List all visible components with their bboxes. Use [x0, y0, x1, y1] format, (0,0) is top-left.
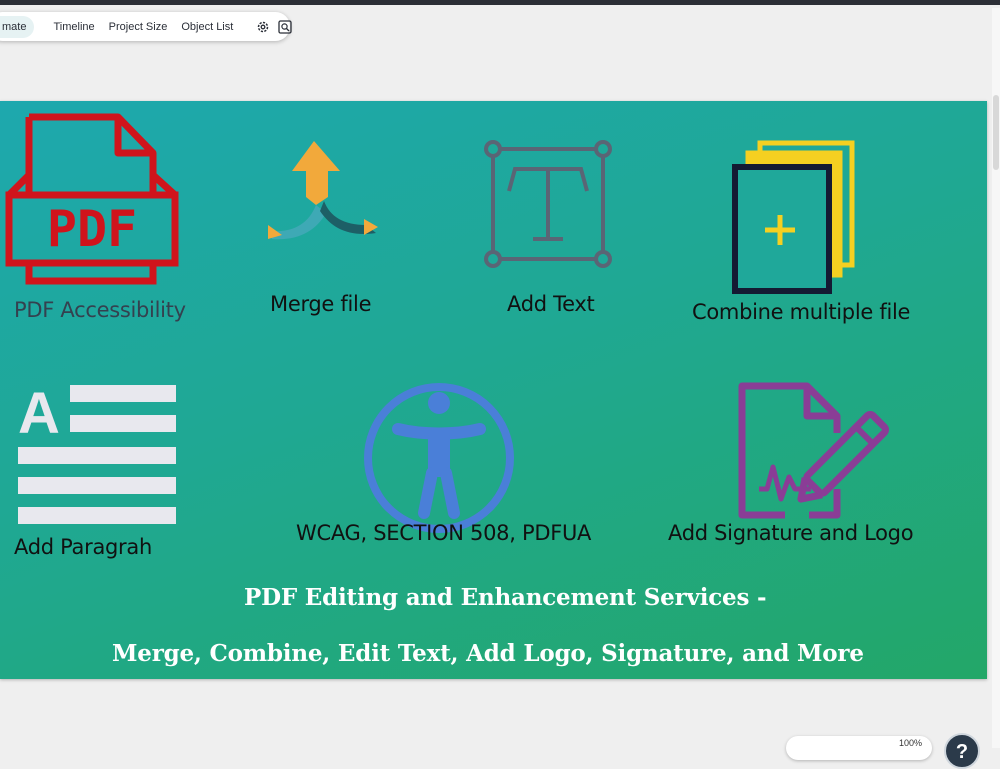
tab-object-list[interactable]: Object List: [174, 21, 240, 33]
merge-arrow-icon: [268, 141, 378, 240]
banner-headline-title: PDF Editing and Enhancement Services -: [244, 584, 767, 611]
pdf-icon-text: PDF: [47, 200, 137, 258]
stacked-files-icon: [732, 140, 855, 294]
gear-icon[interactable]: [256, 17, 270, 37]
accessibility-icon: [364, 383, 514, 533]
paragraph-icon: A: [18, 381, 176, 524]
canvas-banner[interactable]: PDF PDF Accessibility Merge file Add Tex…: [0, 101, 987, 679]
label-wcag-section-508-pdfua: WCAG, SECTION 508, PDFUA: [296, 521, 592, 545]
label-pdf-accessibility: PDF Accessibility: [14, 298, 186, 322]
label-add-paragraph: Add Paragrah: [14, 535, 152, 559]
editor-toolbar: mate Timeline Project Size Object List: [0, 12, 292, 41]
text-frame-icon: [484, 140, 612, 268]
tab-animate[interactable]: mate: [0, 15, 35, 38]
label-add-text: Add Text: [507, 292, 595, 316]
label-combine-multiple-file: Combine multiple file: [692, 300, 911, 324]
zoom-control[interactable]: 100%: [786, 736, 932, 760]
scrollbar-thumb[interactable]: [993, 95, 999, 170]
window-top-bar: [0, 0, 1000, 5]
banner-headline-services: Merge, Combine, Edit Text, Add Logo, Sig…: [112, 640, 864, 667]
help-button[interactable]: ?: [944, 733, 980, 769]
zoom-level-text: 100%: [898, 738, 922, 748]
label-add-signature-and-logo: Add Signature and Logo: [668, 521, 914, 545]
pdf-file-icon: PDF: [5, 113, 179, 285]
paragraph-icon-letter: A: [18, 381, 60, 446]
label-merge-file: Merge file: [270, 292, 372, 316]
tab-project-size[interactable]: Project Size: [102, 21, 175, 33]
signature-document-icon: [738, 382, 890, 519]
zoom-fit-icon[interactable]: [278, 17, 292, 37]
tab-timeline[interactable]: Timeline: [46, 21, 101, 33]
